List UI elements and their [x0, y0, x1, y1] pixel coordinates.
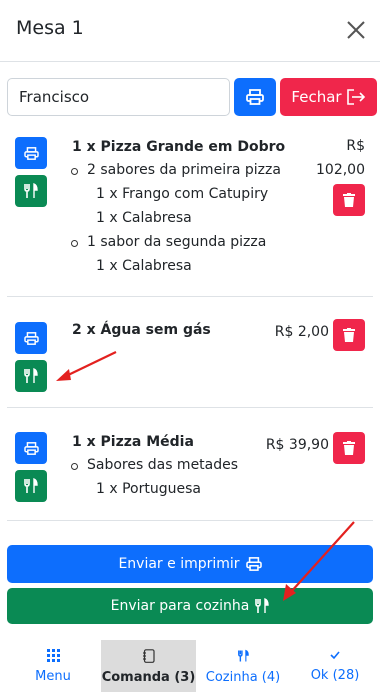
item-print-button[interactable] [15, 432, 47, 464]
exit-icon [346, 89, 365, 105]
tab-comanda-label: Comanda (3) [101, 670, 196, 685]
send-to-kitchen-button[interactable]: Enviar para cozinha [7, 588, 373, 624]
printer-icon [23, 331, 39, 345]
tab-cozinha-label: Cozinha (4) [205, 670, 281, 685]
item-print-button[interactable] [15, 137, 47, 169]
send-to-kitchen-label: Enviar para cozinha [110, 598, 250, 614]
item-title: 2 x Água sem gás [72, 322, 211, 338]
print-button[interactable] [234, 78, 276, 116]
printer-icon [23, 441, 39, 455]
close-icon[interactable] [345, 19, 367, 41]
printer-icon [245, 557, 262, 571]
bottom-tab-bar: Menu Comanda (3) Cozinha (4) Ok (28) [0, 640, 380, 692]
tab-cozinha[interactable]: Cozinha (4) [196, 640, 290, 692]
order-item: 1 x Pizza Média R$ 39,90 Sabores das met… [7, 408, 373, 521]
order-items-list: 1 x Pizza Grande em Dobro R$ 102,00 2 sa… [7, 124, 373, 534]
item-title: 1 x Pizza Média [72, 434, 194, 450]
bullet [71, 463, 78, 470]
tab-ok[interactable]: Ok (28) [290, 640, 380, 692]
utensils-icon [24, 183, 38, 198]
bullet [71, 240, 78, 247]
tab-comanda[interactable]: Comanda (3) [101, 640, 196, 692]
close-table-button[interactable]: Fechar [280, 78, 377, 116]
item-print-button[interactable] [15, 322, 47, 354]
utensils-icon [237, 649, 249, 662]
bullet [71, 168, 78, 175]
check-icon [330, 651, 340, 660]
grid-icon [46, 649, 60, 662]
delete-item-button[interactable] [333, 319, 365, 351]
send-and-print-label: Enviar e imprimir [118, 556, 240, 572]
item-detail: 1 x Frango com Catupiry [96, 186, 269, 202]
item-price: R$ 39,90 [265, 437, 329, 453]
item-detail: 1 x Calabresa [96, 210, 192, 226]
send-and-print-button[interactable]: Enviar e imprimir [7, 545, 373, 583]
utensils-icon [255, 598, 270, 613]
order-item: 2 x Água sem gás R$ 2,00 [7, 297, 373, 408]
close-table-label: Fechar [291, 88, 342, 106]
item-kitchen-button[interactable] [15, 470, 47, 502]
delete-item-button[interactable] [333, 432, 365, 464]
item-title: 1 x Pizza Grande em Dobro [72, 139, 286, 155]
item-detail: 2 sabores da primeira pizza [87, 162, 281, 178]
item-price-value: 102,00 [316, 162, 365, 178]
printer-icon [246, 89, 264, 105]
trash-icon [343, 441, 355, 455]
item-detail: 1 x Calabresa [96, 258, 192, 274]
delete-item-button[interactable] [333, 184, 365, 216]
utensils-icon [24, 478, 38, 493]
modal-title: Mesa 1 [16, 17, 84, 39]
tab-ok-label: Ok (28) [310, 668, 360, 683]
item-detail: Sabores das metades [87, 457, 239, 473]
item-kitchen-button[interactable] [15, 360, 47, 392]
item-price: R$ 2,00 [274, 324, 329, 340]
notepad-icon [142, 649, 155, 663]
trash-icon [343, 193, 355, 207]
order-item: 1 x Pizza Grande em Dobro R$ 102,00 2 sa… [7, 124, 373, 297]
item-price-currency: R$ [346, 138, 365, 154]
customer-name-input[interactable] [7, 78, 230, 116]
item-detail: 1 sabor da segunda pizza [87, 234, 267, 250]
utensils-icon [24, 368, 38, 383]
item-detail: 1 x Portuguesa [96, 481, 201, 497]
modal-header: Mesa 1 [0, 0, 380, 62]
printer-icon [23, 146, 39, 160]
trash-icon [343, 328, 355, 342]
item-kitchen-button[interactable] [15, 175, 47, 207]
tab-menu-label: Menu [35, 669, 71, 684]
tab-menu[interactable]: Menu [6, 640, 100, 692]
